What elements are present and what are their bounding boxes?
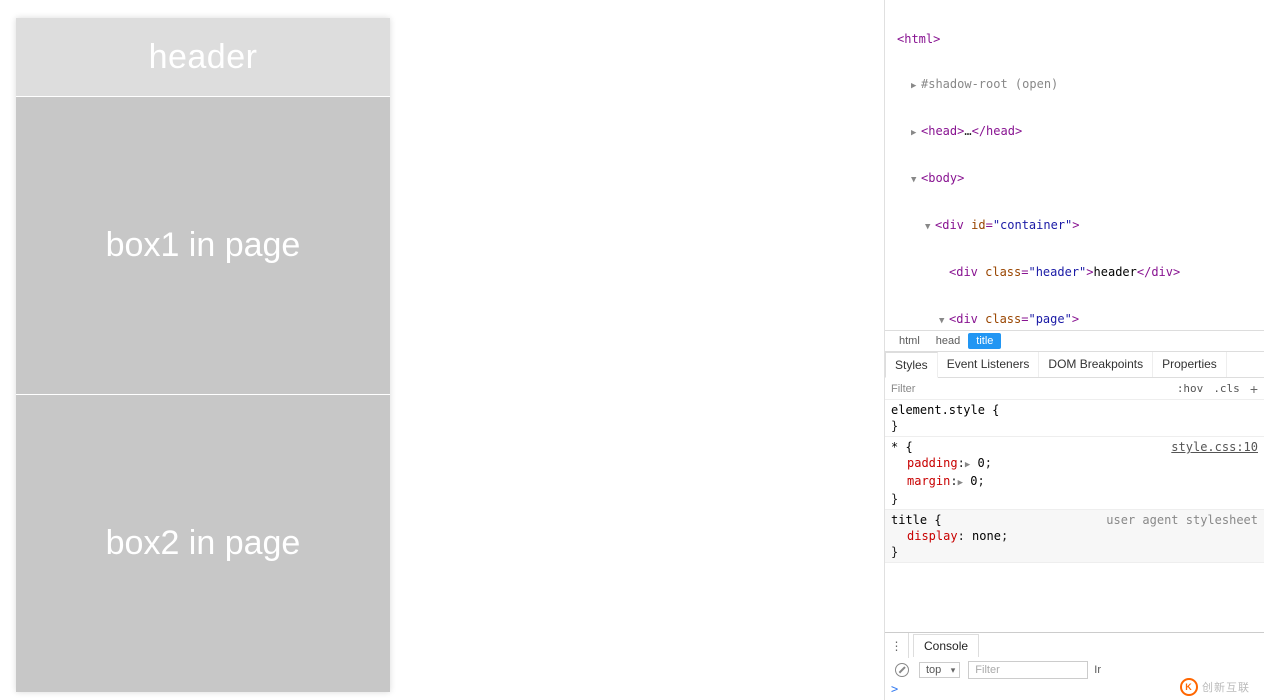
tab-dom-breakpoints[interactable]: DOM Breakpoints bbox=[1039, 352, 1153, 377]
styles-filter-input[interactable]: Filter bbox=[891, 383, 915, 395]
console-tab[interactable]: Console bbox=[913, 634, 979, 657]
context-selector[interactable]: top bbox=[919, 662, 960, 678]
cls-toggle[interactable]: .cls bbox=[1213, 382, 1240, 395]
styles-filter-row: Filter :hov .cls + bbox=[885, 378, 1264, 400]
crumb-title[interactable]: title bbox=[968, 333, 1001, 349]
new-style-rule-button[interactable]: + bbox=[1250, 381, 1258, 397]
styles-rules[interactable]: element.style { } style.css:10 * { paddi… bbox=[885, 400, 1264, 632]
tab-properties[interactable]: Properties bbox=[1153, 352, 1227, 377]
watermark: K 创新互联 bbox=[1180, 678, 1250, 696]
ua-stylesheet-label: user agent stylesheet bbox=[1106, 512, 1258, 528]
rendered-page-preview: header box1 in page box2 in page bbox=[16, 18, 390, 692]
preview-box1: box1 in page bbox=[16, 96, 390, 394]
devtools-panel: <html> ▶#shadow-root (open) ▶<head>…</he… bbox=[884, 0, 1264, 700]
clear-console-icon[interactable] bbox=[895, 663, 909, 677]
crumb-head[interactable]: head bbox=[928, 333, 968, 349]
console-filter-input[interactable]: Filter bbox=[968, 661, 1088, 679]
preview-box2: box2 in page bbox=[16, 394, 390, 692]
styles-tabs: Styles Event Listeners DOM Breakpoints P… bbox=[885, 352, 1264, 378]
preview-header: header bbox=[16, 18, 390, 96]
crumb-html[interactable]: html bbox=[891, 333, 928, 349]
elements-tree[interactable]: <html> ▶#shadow-root (open) ▶<head>…</he… bbox=[885, 0, 1264, 330]
console-menu-icon[interactable]: ⋮ bbox=[885, 633, 909, 658]
tab-event-listeners[interactable]: Event Listeners bbox=[938, 352, 1040, 377]
tab-styles[interactable]: Styles bbox=[885, 352, 938, 378]
watermark-logo-icon: K bbox=[1180, 678, 1198, 696]
log-level-label: Ir bbox=[1094, 664, 1101, 676]
hov-toggle[interactable]: :hov bbox=[1177, 382, 1204, 395]
source-link[interactable]: style.css:10 bbox=[1171, 439, 1258, 455]
breadcrumb-trail[interactable]: html head title bbox=[885, 330, 1264, 352]
